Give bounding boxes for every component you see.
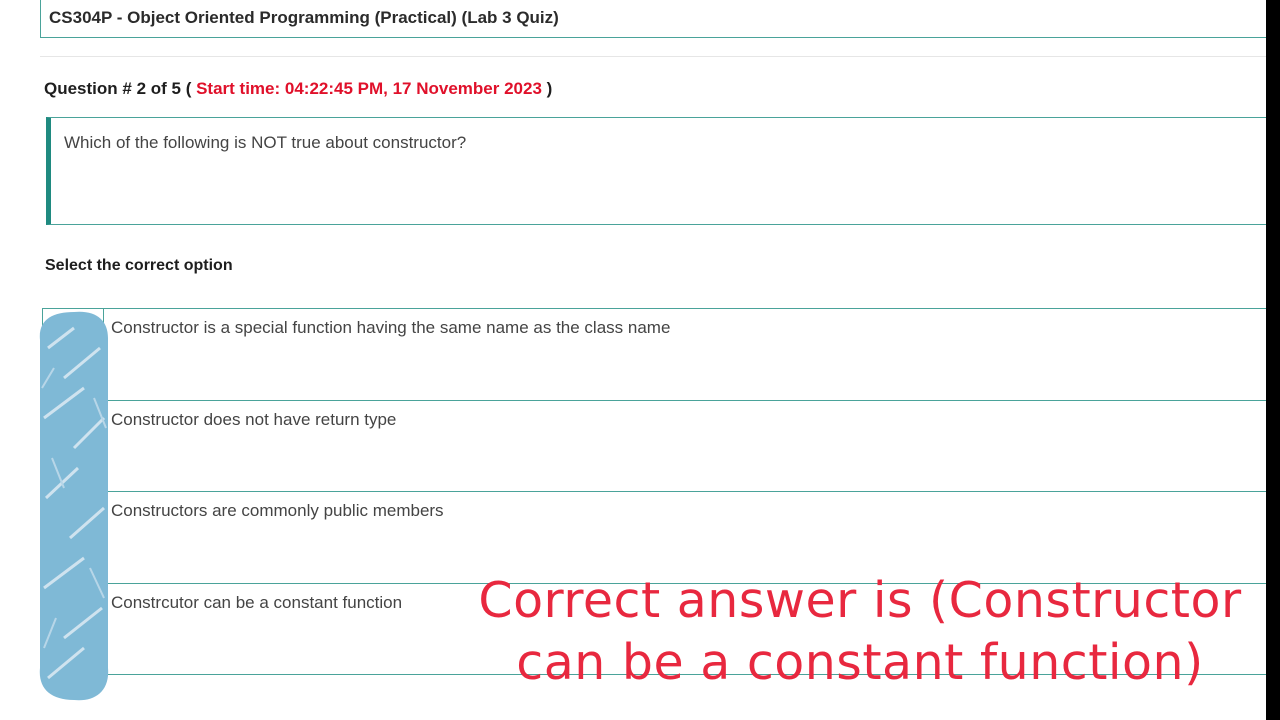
option-3-text[interactable]: Constructors are commonly public members: [111, 501, 444, 521]
course-title: CS304P - Object Oriented Programming (Pr…: [49, 8, 559, 27]
option-1[interactable]: Constructor is a special function having…: [42, 308, 1266, 400]
divider: [40, 56, 1266, 57]
annotation-line-1: Correct answer is (Constructor: [478, 572, 1242, 629]
option-3-radio-cell[interactable]: [42, 492, 104, 583]
question-number: Question # 2 of 5 (: [44, 79, 192, 98]
option-2-radio-cell[interactable]: [42, 401, 104, 492]
question-header-close: ): [546, 79, 553, 98]
annotation-line-2: can be a constant function): [516, 634, 1204, 691]
option-1-radio-cell[interactable]: [42, 309, 104, 400]
question-text: Which of the following is NOT true about…: [64, 133, 467, 152]
option-2[interactable]: Constructor does not have return type: [42, 400, 1266, 492]
option-4-text[interactable]: Constrcutor can be a constant function: [111, 593, 402, 613]
select-option-label: Select the correct option: [45, 257, 233, 274]
question-header: Question # 2 of 5 ( Start time: 04:22:45…: [44, 79, 552, 99]
start-time: Start time: 04:22:45 PM, 17 November 202…: [196, 79, 542, 98]
option-2-text[interactable]: Constructor does not have return type: [111, 410, 396, 430]
question-box: Which of the following is NOT true about…: [46, 117, 1266, 225]
answer-annotation: Correct answer is (Constructor can be a …: [470, 570, 1250, 694]
option-1-text[interactable]: Constructor is a special function having…: [111, 318, 670, 338]
option-4-radio-cell[interactable]: [42, 584, 104, 675]
right-edge-bar: [1266, 0, 1280, 720]
course-header: CS304P - Object Oriented Programming (Pr…: [40, 0, 1266, 38]
